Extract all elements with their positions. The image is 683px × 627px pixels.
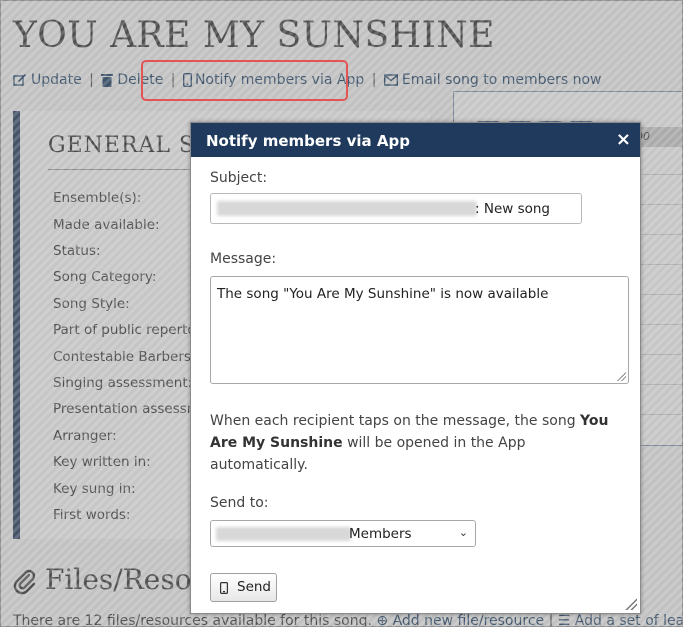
dialog-resize-icon[interactable]: [625, 598, 637, 610]
subject-label: Subject:: [210, 170, 268, 186]
separator: |: [371, 72, 377, 88]
field-label: Singing assessment:: [53, 375, 193, 391]
field-label: Status:: [53, 243, 101, 259]
add-resource-link[interactable]: ⊕ Add new file/resource: [376, 613, 544, 626]
redacted-text: [216, 527, 351, 541]
field-label: Key sung in:: [53, 481, 136, 497]
mobile-icon: [220, 582, 228, 594]
field-label: Arranger:: [53, 428, 117, 444]
field-label: Ensemble(s):: [53, 190, 142, 206]
redacted-text: [217, 201, 477, 216]
send-to-label: Send to:: [210, 495, 269, 511]
envelope-icon: [383, 74, 398, 86]
dialog-titlebar: Notify members via App ×: [191, 123, 640, 157]
separator: |: [548, 613, 554, 627]
paperclip-icon: [13, 569, 36, 594]
highlight-annotation: [141, 60, 348, 101]
notify-dialog: Notify members via App × Subject: : New …: [190, 122, 641, 614]
info-text: When each recipient taps on the message,…: [210, 413, 609, 473]
add-learning-tracks-link[interactable]: ☰ Add a set of learning tra: [558, 613, 682, 626]
edit-icon: [13, 74, 26, 86]
email-song-link[interactable]: Email song to members now: [383, 72, 602, 88]
field-label: Made available:: [53, 217, 160, 233]
update-link[interactable]: Update: [13, 72, 86, 88]
trash-icon: [101, 74, 114, 87]
message-textarea[interactable]: The song "You Are My Sunshine" is now av…: [210, 276, 629, 384]
close-icon[interactable]: ×: [616, 129, 631, 150]
field-label: Contestable Barbersho: [53, 349, 208, 365]
resize-handle-icon[interactable]: [616, 371, 626, 381]
page-title: YOU ARE MY SUNSHINE: [13, 15, 496, 56]
field-label: First words:: [53, 507, 131, 523]
subject-input[interactable]: : New song: [210, 193, 582, 224]
files-heading: Files/Reso: [13, 563, 192, 596]
chevron-down-icon: ⌄: [458, 526, 468, 539]
subject-suffix: : New song: [475, 201, 550, 217]
field-label: Song Style:: [53, 296, 130, 312]
send-to-value: Members: [349, 526, 412, 542]
field-label: Presentation assessme: [53, 401, 209, 417]
send-button[interactable]: Send: [210, 573, 277, 602]
message-value: The song "You Are My Sunshine" is now av…: [217, 286, 549, 302]
field-label: Part of public repertoir: [53, 322, 205, 338]
field-label: Key written in:: [53, 454, 151, 470]
send-to-select[interactable]: Members ⌄: [210, 520, 476, 547]
separator: |: [89, 72, 94, 88]
files-summary: There are 12 files/resources available f…: [13, 613, 682, 627]
message-label: Message:: [210, 251, 277, 267]
field-label: Song Category:: [53, 269, 157, 285]
dialog-title: Notify members via App: [206, 132, 410, 150]
